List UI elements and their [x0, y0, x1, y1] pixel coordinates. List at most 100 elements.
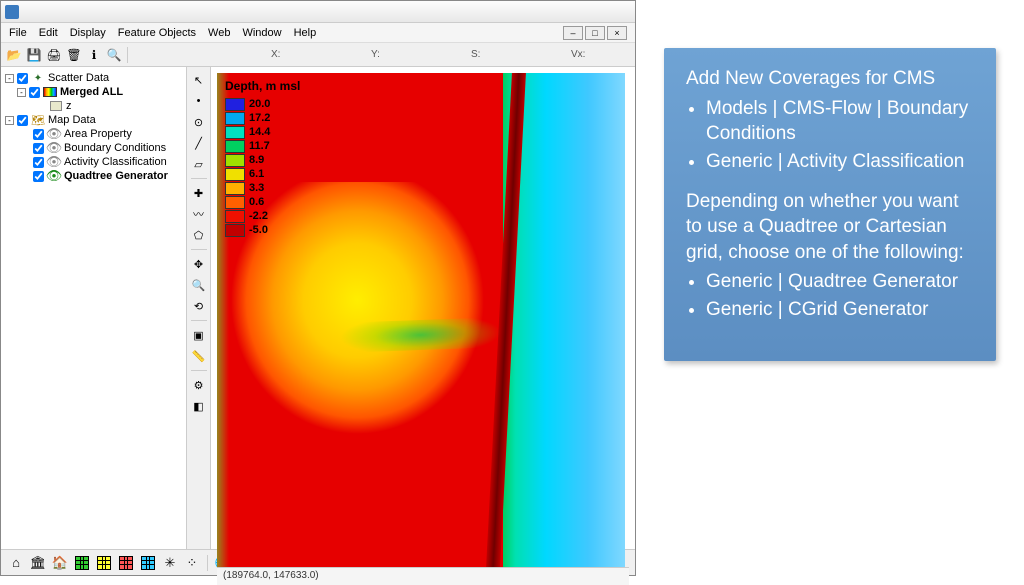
bathymetry-map[interactable]: Depth, m msl 20.017.214.411.78.96.13.30.… [217, 73, 625, 567]
coverage-icon: 👁 [47, 128, 61, 140]
legend-swatch [225, 112, 245, 125]
select-tool-icon[interactable]: ↖ [190, 71, 208, 89]
instruction-bullet: Models | CMS-Flow | Boundary Conditions [706, 96, 974, 147]
quad-checkbox[interactable] [33, 171, 44, 182]
close-button[interactable]: × [607, 26, 627, 40]
tree-z[interactable]: z [66, 100, 72, 112]
point-tool-icon[interactable]: • [190, 92, 208, 110]
grid4-module-icon[interactable] [139, 554, 157, 572]
merged-checkbox[interactable] [29, 87, 40, 98]
polygon-tool-icon[interactable]: ▱ [190, 155, 208, 173]
legend-value: -2.2 [249, 210, 268, 222]
coord-x-label: X: [271, 49, 331, 60]
map-viewport[interactable]: Depth, m msl 20.017.214.411.78.96.13.30.… [211, 67, 635, 549]
legend-row: -2.2 [225, 209, 300, 223]
building-icon[interactable]: 🏛 [29, 554, 47, 572]
legend-swatch [225, 140, 245, 153]
menu-window[interactable]: Window [242, 27, 281, 39]
minimize-button[interactable]: – [563, 26, 583, 40]
grid-module-icon[interactable] [73, 554, 91, 572]
menu-feature-objects[interactable]: Feature Objects [118, 27, 196, 39]
vertical-toolbar: ↖ • ⊙ ╱ ▱ ✚ 〰 ⬠ ✥ 🔍 ⟲ ▣ 📏 ⚙ ◧ [187, 67, 211, 549]
print-icon[interactable]: 🖨 [45, 46, 63, 64]
pan-tool-icon[interactable]: ✥ [190, 255, 208, 273]
scatter-module-icon[interactable]: ⁘ [183, 554, 201, 572]
tree-area-property[interactable]: Area Property [64, 128, 132, 140]
tree-map-data[interactable]: Map Data [48, 114, 96, 126]
bc-checkbox[interactable] [33, 143, 44, 154]
main-toolbar: 📂 💾 🖨 🗑 ℹ 🔍 X: Y: S: Vx: [1, 43, 635, 67]
house-icon[interactable]: 🏠 [51, 554, 69, 572]
legend-value: 20.0 [249, 98, 270, 110]
save-icon[interactable]: 💾 [25, 46, 43, 64]
misc-tool-icon[interactable]: ⚙ [190, 376, 208, 394]
coord-y-label: Y: [371, 49, 431, 60]
status-bar: (189764.0, 147633.0) [217, 567, 629, 585]
instruction-box: Add New Coverages for CMS Models | CMS-F… [664, 48, 996, 361]
mesh-icon[interactable]: ✳ [161, 554, 179, 572]
instruction-bullet: Generic | CGrid Generator [706, 297, 974, 323]
grid3-module-icon[interactable] [117, 554, 135, 572]
legend-swatch [225, 154, 245, 167]
instruction-panel: Add New Coverages for CMS Models | CMS-F… [636, 0, 1024, 576]
node-tool-icon[interactable]: ⊙ [190, 113, 208, 131]
tree-quadtree-generator[interactable]: Quadtree Generator [64, 170, 168, 182]
color-legend: Depth, m msl 20.017.214.411.78.96.13.30.… [225, 79, 300, 237]
scatter-checkbox[interactable] [17, 73, 28, 84]
legend-row: 11.7 [225, 139, 300, 153]
collapse-icon[interactable]: - [17, 88, 26, 97]
coverage-icon: 👁 [47, 142, 61, 154]
collapse-icon[interactable]: - [5, 116, 14, 125]
title-bar [1, 1, 635, 23]
coord-readout: X: Y: S: Vx: [271, 49, 631, 60]
legend-row: 17.2 [225, 111, 300, 125]
menu-web[interactable]: Web [208, 27, 230, 39]
map-checkbox[interactable] [17, 115, 28, 126]
home-icon[interactable]: ⌂ [7, 554, 25, 572]
create-point-icon[interactable]: ✚ [190, 184, 208, 202]
tree-activity-classification[interactable]: Activity Classification [64, 156, 167, 168]
create-poly-icon[interactable]: ⬠ [190, 226, 208, 244]
legend-value: -5.0 [249, 224, 268, 236]
project-tree[interactable]: - ✦ Scatter Data - Merged ALL z - [1, 67, 187, 549]
legend-row: 14.4 [225, 125, 300, 139]
grid2-module-icon[interactable] [95, 554, 113, 572]
menu-file[interactable]: File [9, 27, 27, 39]
tree-merged-all[interactable]: Merged ALL [60, 86, 123, 98]
coord-s-label: S: [471, 49, 531, 60]
open-icon[interactable]: 📂 [5, 46, 23, 64]
legend-value: 0.6 [249, 196, 264, 208]
misc2-tool-icon[interactable]: ◧ [190, 397, 208, 415]
arc-tool-icon[interactable]: ╱ [190, 134, 208, 152]
legend-row: 8.9 [225, 153, 300, 167]
create-arc-icon[interactable]: 〰 [190, 205, 208, 223]
menu-edit[interactable]: Edit [39, 27, 58, 39]
legend-swatch [225, 168, 245, 181]
rotate-tool-icon[interactable]: ⟲ [190, 297, 208, 315]
tree-boundary-conditions[interactable]: Boundary Conditions [64, 142, 166, 154]
map-icon: 🗺 [31, 114, 45, 126]
legend-swatch [225, 126, 245, 139]
info-icon[interactable]: ℹ [85, 46, 103, 64]
menu-help[interactable]: Help [294, 27, 317, 39]
legend-swatch [225, 224, 245, 237]
instruction-paragraph: Depending on whether you want to use a Q… [686, 189, 974, 266]
menu-bar: File Edit Display Feature Objects Web Wi… [1, 23, 635, 43]
dataset-icon [43, 87, 57, 97]
instruction-bullet: Generic | Quadtree Generator [706, 269, 974, 295]
maximize-button[interactable]: □ [585, 26, 605, 40]
menu-display[interactable]: Display [70, 27, 106, 39]
legend-row: 3.3 [225, 181, 300, 195]
frame-tool-icon[interactable]: ▣ [190, 326, 208, 344]
measure-tool-icon[interactable]: 📏 [190, 347, 208, 365]
legend-value: 17.2 [249, 112, 270, 124]
area-checkbox[interactable] [33, 129, 44, 140]
instruction-bullet: Generic | Activity Classification [706, 149, 974, 175]
delete-icon[interactable]: 🗑 [65, 46, 83, 64]
collapse-icon[interactable]: - [5, 74, 14, 83]
variable-icon [50, 101, 62, 111]
zoom-tool-icon[interactable]: 🔍 [190, 276, 208, 294]
zoom-icon[interactable]: 🔍 [105, 46, 123, 64]
tree-scatter-data[interactable]: Scatter Data [48, 72, 109, 84]
activity-checkbox[interactable] [33, 157, 44, 168]
